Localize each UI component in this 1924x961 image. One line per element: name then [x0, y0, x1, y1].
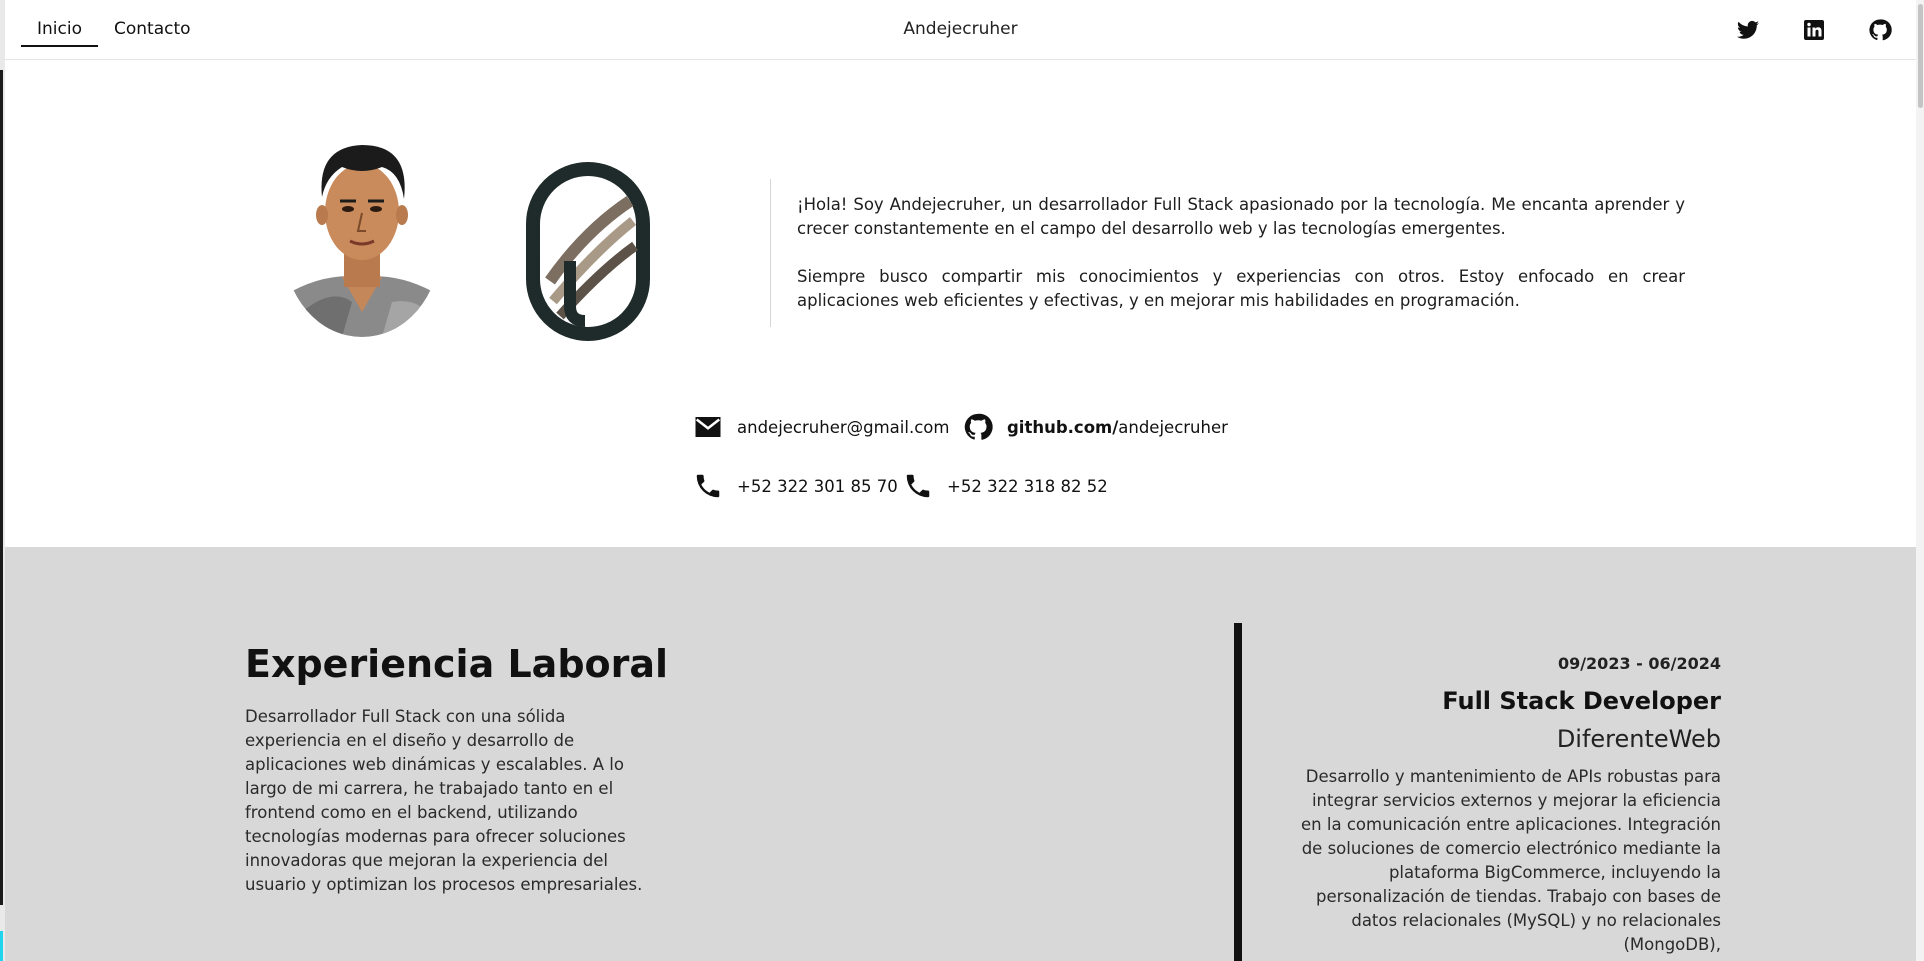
linkedin-icon[interactable]	[1802, 18, 1826, 42]
left-edge-dark-bar	[0, 70, 3, 905]
hero-section: ¡Hola! Soy Andejecruher, un desarrollado…	[5, 61, 1916, 547]
contact-phone-1[interactable]: +52 322 301 85 70	[693, 471, 898, 501]
github-icon[interactable]	[1868, 18, 1892, 42]
job-description: Desarrollo y mantenimiento de APIs robus…	[1301, 767, 1721, 954]
job-role: Full Stack Developer	[1442, 687, 1721, 715]
email-text: andejecruher@gmail.com	[737, 417, 950, 437]
job-dates: 09/2023 - 06/2024	[1557, 654, 1721, 673]
left-edge-accent	[0, 931, 3, 961]
intro-paragraph-1: ¡Hola! Soy Andejecruher, un desarrollado…	[797, 195, 1685, 238]
mail-icon	[695, 417, 721, 437]
contact-github[interactable]: github.com/andejecruher	[963, 412, 1228, 442]
avatar-illustration	[282, 127, 442, 337]
phone-1-text: +52 322 301 85 70	[737, 476, 898, 496]
scrollbar-thumb[interactable]	[1918, 4, 1923, 108]
contact-phone-2[interactable]: +52 322 318 82 52	[903, 471, 1108, 501]
github-icon	[964, 413, 993, 440]
experience-section: Experiencia Laboral Desarrollador Full S…	[5, 547, 1916, 961]
phone-icon	[906, 474, 930, 498]
site-brand: Andejecruher	[903, 19, 1018, 39]
github-link-text: github.com/andejecruher	[1007, 418, 1228, 437]
contact-email[interactable]: andejecruher@gmail.com	[693, 412, 949, 442]
github-username: andejecruher	[1118, 417, 1228, 437]
experience-description: Desarrollador Full Stack con una sólida …	[245, 707, 643, 894]
brand-logo	[525, 161, 650, 341]
phone-2-text: +52 322 318 82 52	[947, 476, 1108, 496]
social-links	[1736, 18, 1892, 42]
experience-title: Experiencia Laboral	[245, 642, 669, 686]
intro-text-block: ¡Hola! Soy Andejecruher, un desarrollado…	[770, 179, 1685, 327]
top-navbar: Inicio Contacto Andejecruher	[5, 0, 1916, 60]
twitter-icon[interactable]	[1736, 18, 1760, 42]
phone-icon	[696, 474, 720, 498]
timeline-line	[1234, 623, 1242, 961]
github-domain: github.com/	[1007, 417, 1119, 437]
page-scrollbar[interactable]	[1916, 0, 1924, 961]
job-entry: 09/2023 - 06/2024 Full Stack Developer D…	[1301, 654, 1721, 957]
intro-paragraph-2: Siempre busco compartir mis conocimiento…	[797, 267, 1685, 310]
job-company: DiferenteWeb	[1556, 725, 1721, 753]
